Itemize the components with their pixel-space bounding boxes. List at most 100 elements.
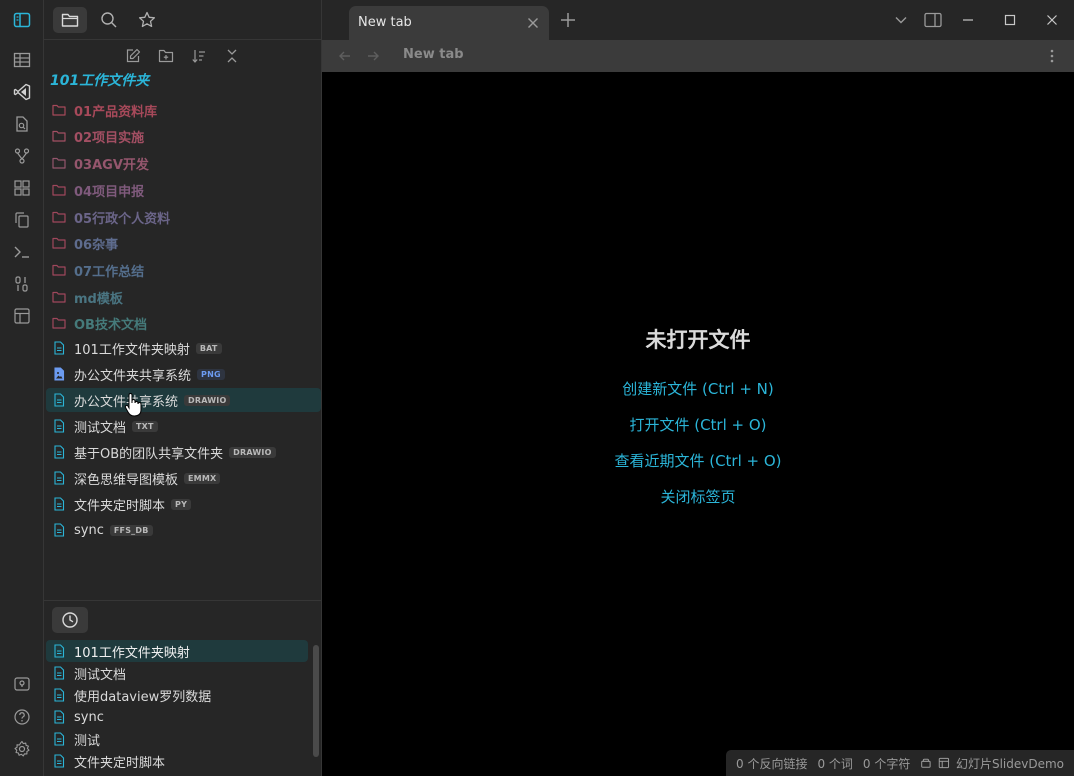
file-search-icon[interactable] xyxy=(10,113,34,135)
file-label: 深色思维导图模板 xyxy=(74,472,179,488)
sidebar-toggle-icon[interactable] xyxy=(10,9,34,31)
folder-item[interactable]: 03AGV开发 xyxy=(46,151,321,175)
recent-file-item[interactable]: 使用dataview罗列数据 xyxy=(46,684,308,706)
file-item[interactable]: 101工作文件夹映射 BAT xyxy=(46,336,321,360)
file-icon xyxy=(54,341,65,355)
folder-icon xyxy=(52,317,66,329)
vault-name[interactable]: 101工作文件夹 xyxy=(50,70,149,90)
plus-icon[interactable] xyxy=(558,10,578,30)
folder-item[interactable]: 05行政个人资料 xyxy=(46,205,321,229)
file-extension-badge: FFS_DB xyxy=(109,524,153,536)
vscode-icon[interactable] xyxy=(10,81,34,103)
file-icon xyxy=(54,688,65,702)
maximize-icon[interactable] xyxy=(1001,11,1019,29)
file-item[interactable]: 办公文件共享系统 DRAWIO xyxy=(46,388,321,412)
recent-files-link[interactable]: 查看近期文件 (Ctrl + O) xyxy=(322,450,1074,471)
new-folder-icon[interactable] xyxy=(155,46,177,66)
folder-label: md模板 xyxy=(74,291,123,307)
folder-item[interactable]: OB技术文档 xyxy=(46,311,321,335)
folder-item[interactable]: md模板 xyxy=(46,285,321,309)
new-note-icon[interactable] xyxy=(122,46,144,66)
file-icon xyxy=(54,666,65,680)
file-item[interactable]: 办公文件夹共享系统 PNG xyxy=(46,362,321,386)
folder-label: 05行政个人资料 xyxy=(74,211,171,227)
slides-label[interactable]: 幻灯片SlidevDemo xyxy=(956,755,1064,772)
folder-item[interactable]: 06杂事 xyxy=(46,231,321,255)
bookmark-icon[interactable] xyxy=(130,7,164,33)
layout-icon[interactable] xyxy=(10,305,34,327)
file-extension-badge: BAT xyxy=(195,342,222,354)
file-item[interactable]: 文件夹定时脚本 PY xyxy=(46,492,321,516)
recent-file-item[interactable]: 101工作文件夹映射 xyxy=(46,640,308,662)
terminal-icon[interactable] xyxy=(10,241,34,263)
folder-icon xyxy=(52,237,66,249)
help-icon[interactable] xyxy=(10,706,34,728)
recent-file-label: sync xyxy=(74,709,104,725)
back-arrow-icon[interactable] xyxy=(337,48,353,64)
file-item[interactable]: 基于OB的团队共享文件夹 DRAWIO xyxy=(46,440,321,464)
folder-item[interactable]: 02项目实施 xyxy=(46,124,321,148)
binary-icon[interactable] xyxy=(10,273,34,295)
folder-icon xyxy=(52,184,66,196)
create-new-file-link[interactable]: 创建新文件 (Ctrl + N) xyxy=(322,378,1074,399)
files-icon[interactable] xyxy=(53,7,87,33)
file-extension-badge: EMMX xyxy=(184,472,221,484)
file-label: 文件夹定时脚本 xyxy=(74,498,166,514)
folder-label: 06杂事 xyxy=(74,237,119,253)
recent-file-label: 文件夹定时脚本 xyxy=(74,755,166,771)
file-item[interactable]: 测试文档 TXT xyxy=(46,414,321,438)
more-options-icon[interactable] xyxy=(1044,48,1060,64)
backlinks-count[interactable]: 0 个反向链接 xyxy=(736,755,807,772)
file-icon xyxy=(54,523,65,537)
folder-label: 04项目申报 xyxy=(74,184,145,200)
copy-icon[interactable] xyxy=(10,209,34,231)
chevron-down-icon[interactable] xyxy=(892,11,910,29)
recent-file-item[interactable]: 测试 xyxy=(46,728,308,750)
recent-file-item[interactable]: 测试文档 xyxy=(46,662,308,684)
close-icon[interactable] xyxy=(525,15,541,31)
recent-file-label: 101工作文件夹映射 xyxy=(74,645,190,661)
close-tab-link[interactable]: 关闭标签页 xyxy=(322,486,1074,507)
folder-item[interactable]: 07工作总结 xyxy=(46,258,321,282)
view-title: New tab xyxy=(403,47,464,62)
folder-label: 01产品资料库 xyxy=(74,104,158,120)
minimize-icon[interactable] xyxy=(959,11,977,29)
apps-icon[interactable] xyxy=(10,177,34,199)
file-extension-badge: DRAWIO xyxy=(184,394,231,406)
status-bar: 0 个反向链接 0 个词 0 个字符 幻灯片SlidevDemo xyxy=(726,750,1074,776)
slides-icon[interactable] xyxy=(938,756,950,770)
tab-bar: New tab xyxy=(322,0,1074,40)
sort-icon[interactable] xyxy=(188,46,210,66)
recent-scrollbar[interactable] xyxy=(313,645,319,757)
tab-new-tab[interactable]: New tab xyxy=(349,6,549,40)
recent-file-item[interactable]: sync xyxy=(46,706,308,728)
recent-file-label: 测试 xyxy=(74,733,101,749)
search-icon[interactable] xyxy=(92,7,126,33)
recent-files-panel: 101工作文件夹映射 测试文档 使用dataview罗列数据 sync 测试 文… xyxy=(44,600,322,776)
help-bubble-icon[interactable] xyxy=(10,674,34,696)
folder-item[interactable]: 01产品资料库 xyxy=(46,98,321,122)
folder-item[interactable]: 04项目申报 xyxy=(46,178,321,202)
file-icon xyxy=(54,644,65,658)
folder-icon xyxy=(52,211,66,223)
window-close-icon[interactable] xyxy=(1043,11,1061,29)
recent-file-item[interactable]: 文件夹定时脚本 xyxy=(46,750,308,772)
folder-icon xyxy=(52,291,66,303)
file-icon xyxy=(54,445,65,459)
file-item[interactable]: sync FFS_DB xyxy=(46,518,321,542)
file-label: 101工作文件夹映射 xyxy=(74,342,190,358)
git-graph-icon[interactable] xyxy=(10,145,34,167)
folder-label: 02项目实施 xyxy=(74,130,145,146)
forward-arrow-icon[interactable] xyxy=(365,48,381,64)
open-file-link[interactable]: 打开文件 (Ctrl + O) xyxy=(322,414,1074,435)
right-sidebar-toggle-icon[interactable] xyxy=(924,11,942,29)
sync-icon[interactable] xyxy=(920,756,932,770)
clock-icon[interactable] xyxy=(52,607,88,633)
settings-icon[interactable] xyxy=(10,738,34,760)
file-item[interactable]: 深色思维导图模板 EMMX xyxy=(46,466,321,490)
tab-title: New tab xyxy=(358,15,412,30)
file-icon xyxy=(54,497,65,511)
collapse-all-icon[interactable] xyxy=(221,46,243,66)
table-icon[interactable] xyxy=(10,49,34,71)
folder-icon xyxy=(52,264,66,276)
